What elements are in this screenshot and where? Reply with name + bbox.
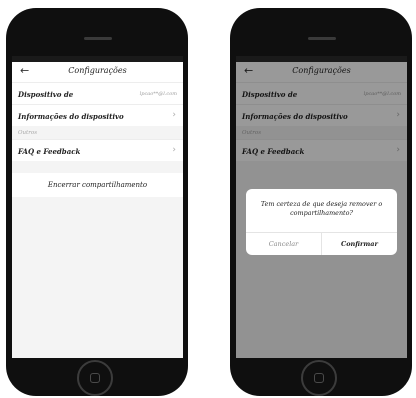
phone-speaker: [84, 37, 112, 40]
device-info-row[interactable]: Informações do dispositivo ›: [12, 104, 183, 126]
device-owner-value: lpcao**@l.com: [139, 91, 177, 97]
confirm-screen: ← Configurações Dispositivo de lpcao**@l…: [236, 56, 407, 358]
faq-feedback-label: FAQ e Feedback: [18, 147, 81, 156]
device-info-label: Informações do dispositivo: [18, 112, 124, 121]
others-section-label: Outros: [18, 130, 38, 136]
end-sharing-button[interactable]: Encerrar compartilhamento: [12, 173, 183, 197]
confirm-button[interactable]: Confirmar: [322, 233, 397, 255]
chevron-right-icon: ›: [172, 110, 176, 120]
phone-frame-settings: ← Configurações Dispositivo de lpcao**@l…: [6, 8, 188, 396]
settings-screen: ← Configurações Dispositivo de lpcao**@l…: [12, 56, 183, 358]
chevron-right-icon: ›: [172, 145, 176, 155]
cancel-button[interactable]: Cancelar: [246, 233, 322, 255]
dialog-message: Tem certeza de que deseja remover o comp…: [260, 200, 383, 217]
home-button-icon[interactable]: [301, 360, 337, 396]
home-button-icon[interactable]: [77, 360, 113, 396]
phone-speaker: [308, 37, 336, 40]
nav-bar: ← Configurações: [12, 62, 183, 82]
page-title: Configurações: [68, 66, 127, 75]
phone-frame-confirm: ← Configurações Dispositivo de lpcao**@l…: [230, 8, 412, 396]
faq-feedback-row[interactable]: FAQ e Feedback ›: [12, 139, 183, 161]
confirm-dialog: Tem certeza de que deseja remover o comp…: [246, 189, 397, 255]
dialog-button-row: Cancelar Confirmar: [246, 232, 397, 255]
device-owner-label: Dispositivo de: [18, 90, 74, 99]
device-owner-row: Dispositivo de lpcao**@l.com: [12, 82, 183, 104]
